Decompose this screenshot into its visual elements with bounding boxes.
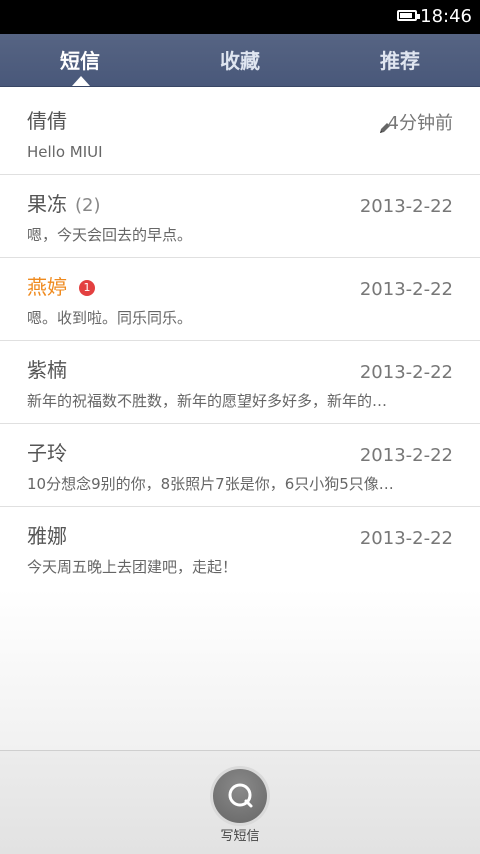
- conversation-time: 2013-2-22: [359, 445, 453, 466]
- message-preview: 嗯，今天会回去的早点。: [27, 226, 193, 244]
- battery-fill: [400, 13, 413, 18]
- conversation-row[interactable]: 倩倩 4分钟前 Hello MIUI: [0, 92, 480, 176]
- conversation-time: 2013-2-22: [359, 528, 453, 549]
- unread-badge: 1: [79, 280, 95, 296]
- contact-name: 紫楠: [27, 357, 67, 383]
- contact-name: 雅娜: [27, 523, 67, 549]
- message-preview: 嗯。收到啦。同乐同乐。: [27, 309, 193, 327]
- message-preview: 10分想念9别的你，8张照片7张是你，6只小狗5只像…: [27, 475, 394, 493]
- tab-sms[interactable]: 短信: [0, 49, 160, 73]
- conversation-time: 2013-2-22: [359, 362, 453, 383]
- conversation-row[interactable]: 紫楠 2013-2-22 新年的祝福数不胜数，新年的愿望好多好多，新年的…: [0, 341, 480, 425]
- empty-list-area: [0, 589, 480, 750]
- compose-message-button[interactable]: [213, 769, 267, 823]
- message-preview: 今天周五晚上去团建吧，走起！: [27, 558, 238, 576]
- conversation-row[interactable]: 子玲 2013-2-22 10分想念9别的你，8张照片7张是你，6只小狗5只像…: [0, 424, 480, 508]
- message-preview: 新年的祝福数不胜数，新年的愿望好多好多，新年的…: [27, 392, 388, 410]
- conversation-row[interactable]: 燕婷 1 2013-2-22 嗯。收到啦。同乐同乐。: [0, 258, 480, 342]
- contact-name-text: 雅娜: [27, 524, 67, 548]
- contact-name: 倩倩: [27, 108, 67, 134]
- conversation-time: 2013-2-22: [359, 196, 453, 217]
- status-time: 18:46: [420, 6, 472, 27]
- contact-name: 燕婷: [27, 274, 67, 300]
- conversation-time: 2013-2-22: [359, 279, 453, 300]
- contact-name-text: 果冻: [27, 192, 67, 216]
- tab-favorites[interactable]: 收藏: [160, 49, 320, 73]
- tab-recommendations[interactable]: 推荐: [320, 49, 480, 73]
- compose-message-label: 写短信: [220, 829, 260, 844]
- battery-icon: [397, 10, 420, 21]
- message-preview: Hello MIUI: [27, 143, 103, 161]
- bottom-action-bar: 写短信: [0, 750, 480, 854]
- conversation-time: 4分钟前: [387, 113, 453, 134]
- contact-name-text: 燕婷: [27, 275, 67, 299]
- conversation-row[interactable]: 雅娜 2013-2-22 今天周五晚上去团建吧，走起！: [0, 507, 480, 591]
- contact-name: 果冻 (2): [27, 191, 101, 219]
- status-bar: 18:46: [0, 0, 480, 34]
- contact-name-text: 子玲: [27, 441, 67, 465]
- active-tab-indicator: [72, 76, 90, 86]
- contact-name-text: 倩倩: [27, 109, 67, 133]
- conversation-row[interactable]: 果冻 (2) 2013-2-22 嗯，今天会回去的早点。: [0, 175, 480, 259]
- contact-name-text: 紫楠: [27, 358, 67, 382]
- contact-name: 子玲: [27, 440, 67, 466]
- compose-message-icon: [228, 783, 253, 808]
- message-count: (2): [75, 195, 101, 216]
